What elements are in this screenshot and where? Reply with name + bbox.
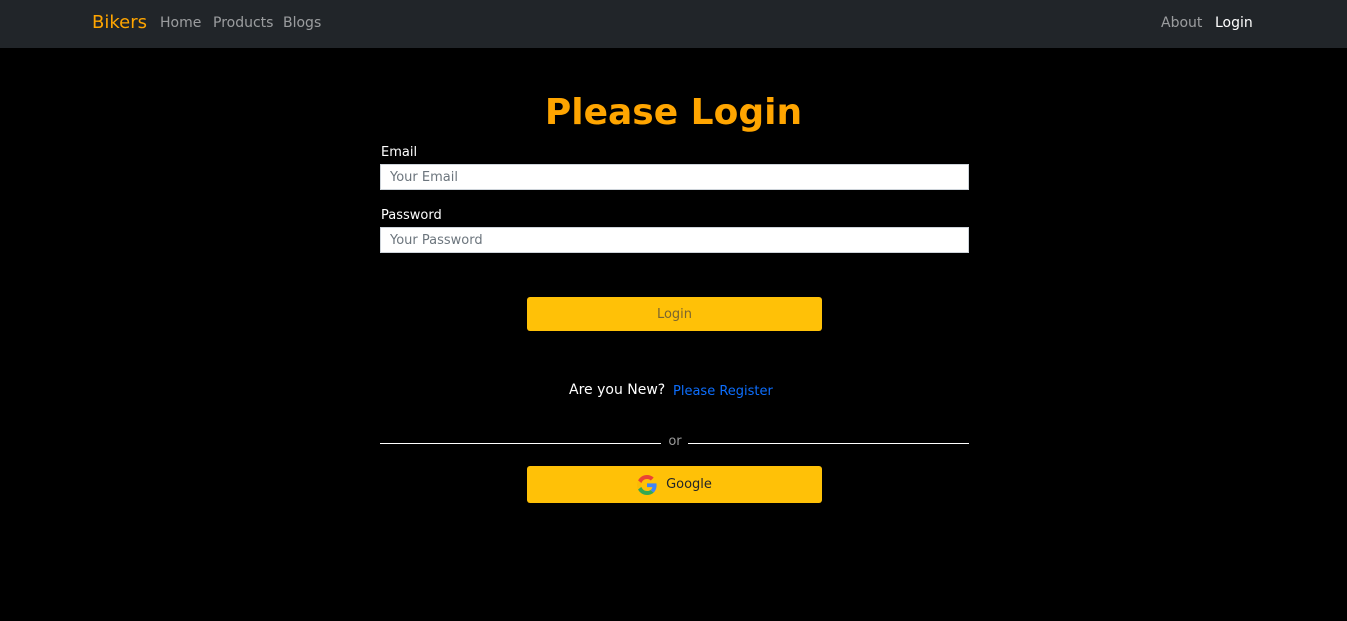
password-label: Password [381,208,442,223]
nav-link-blogs[interactable]: Blogs [283,15,321,31]
divider-or-text: or [668,434,682,449]
password-field[interactable] [380,227,969,253]
divider-line-left [380,443,661,444]
nav-link-login[interactable]: Login [1215,15,1253,31]
divider-line-right [688,443,969,444]
email-field[interactable] [380,164,969,190]
google-logo-icon [637,474,657,495]
nav-link-about[interactable]: About [1161,15,1202,31]
email-label: Email [381,145,418,160]
new-user-prompt: Are you New? [569,382,666,398]
page-title: Please Login [544,92,803,133]
google-button-label: Google [666,477,712,492]
nav-link-home[interactable]: Home [160,15,201,31]
navbar: Bikers Home Products Blogs About Login [0,0,1347,48]
login-button[interactable]: Login [527,297,822,331]
nav-link-products[interactable]: Products [213,15,273,31]
brand-logo-link[interactable]: Bikers [92,12,147,33]
register-link[interactable]: Please Register [673,384,773,399]
google-signin-button[interactable]: Google [527,466,822,503]
